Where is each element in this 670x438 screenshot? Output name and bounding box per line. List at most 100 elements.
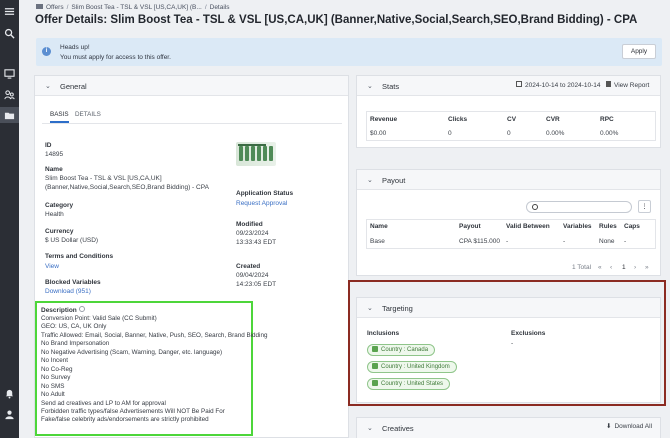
stats-col-clicks: Clicks (448, 116, 468, 123)
description-line: Send ad creatives and LP to AM for appro… (41, 399, 166, 407)
pager-last[interactable]: » (645, 264, 649, 271)
offers-icon[interactable] (0, 107, 19, 123)
blocked-variables-download-link[interactable]: Download (951) (45, 288, 91, 296)
category-value: Health (45, 211, 64, 218)
description-line: No SMS (41, 382, 65, 390)
payout-col-caps: Caps (624, 223, 640, 230)
general-tabs: BASIS DETAILS (42, 110, 342, 124)
calendar-icon (516, 81, 522, 87)
name-label: Name (45, 166, 63, 173)
pager-next[interactable]: › (634, 264, 636, 271)
stats-date-range[interactable]: 2024-10-14 to 2024-10-14 (516, 81, 601, 90)
payout-rules-value: None (599, 238, 615, 245)
chevron-down-icon: ⌄ (45, 83, 51, 90)
breadcrumb: Offers / Slim Boost Tea - TSL & VSL [US,CA… (36, 4, 230, 11)
application-status-label: Application Status (236, 190, 294, 197)
left-nav-rail (0, 0, 19, 438)
description-line: Forbidden traffic types/false Advertisem… (41, 407, 225, 415)
download-all-link[interactable]: ⬇ Download All (606, 423, 652, 431)
description-line: Traffic Allowed: Email, Social, Banner, … (41, 331, 268, 339)
created-label: Created (236, 263, 261, 270)
check-icon (372, 380, 378, 386)
stats-col-cvr: CVR (546, 116, 560, 123)
alert-heading: Heads up! (60, 44, 90, 51)
stats-col-revenue: Revenue (370, 116, 398, 123)
dashboard-icon[interactable] (3, 67, 16, 80)
terms-view-link[interactable]: View (45, 263, 59, 271)
modified-label: Modified (236, 221, 263, 228)
inclusions-label: Inclusions (367, 330, 400, 337)
help-icon (78, 306, 85, 312)
description-box: Description Conversion Point: Valid Sale… (35, 301, 267, 436)
view-report-link[interactable]: View Report (606, 81, 649, 90)
targeting-title: Targeting (382, 304, 413, 313)
breadcrumb-offers[interactable]: Offers (46, 4, 64, 11)
payout-caps-value: - (624, 238, 627, 245)
request-approval-link[interactable]: Request Approval (236, 200, 287, 208)
chevron-down-icon: ⌄ (367, 305, 373, 312)
description-line: Fake/false celebrity ads/endorsements ar… (41, 416, 209, 424)
tab-basis[interactable]: BASIS (50, 111, 69, 123)
pager-current[interactable]: 1 (622, 264, 626, 271)
payout-col-valid: Valid Between (506, 223, 550, 230)
apply-button[interactable]: Apply (622, 44, 656, 59)
pager-first[interactable]: « (598, 264, 602, 271)
description-line: No Adult (41, 391, 65, 399)
payout-search-input[interactable] (526, 201, 632, 213)
payout-amount-value: CPA $115.000 (459, 238, 500, 245)
stats-rpc-value: 0.00% (600, 130, 619, 137)
description-line: No Incent (41, 357, 68, 365)
payout-header[interactable]: ⌄ Payout (357, 170, 660, 190)
stats-cvr-value: 0.00% (546, 130, 565, 137)
chevron-down-icon: ⌄ (367, 177, 373, 184)
pager-prev[interactable]: ‹ (610, 264, 612, 271)
inclusion-tag-uk[interactable]: Country : United Kingdom (367, 361, 457, 373)
more-options-button[interactable]: ⋮ (638, 200, 651, 213)
payout-col-variables: Variables (563, 223, 592, 230)
payout-col-name: Name (370, 223, 388, 230)
folder-icon (36, 4, 43, 9)
access-alert: i Heads up! You must apply for access to… (36, 38, 662, 66)
description-label: Description (41, 306, 85, 314)
chevron-down-icon: ⌄ (367, 425, 373, 432)
payout-title: Payout (382, 176, 406, 185)
id-label: ID (45, 142, 52, 149)
name-line-1: Slim Boost Tea - TSL & VSL [US,CA,UK] (45, 175, 162, 182)
exclusions-label: Exclusions (511, 330, 546, 337)
stats-clicks-value: 0 (448, 130, 452, 137)
chevron-down-icon: ⌄ (367, 83, 373, 90)
search-icon[interactable] (3, 27, 16, 40)
category-label: Category (45, 202, 74, 209)
report-icon (606, 81, 611, 87)
payout-col-rules: Rules (599, 223, 617, 230)
description-lines: Conversion Point: Valid Sale (CC Submit)… (41, 315, 267, 425)
created-date: 09/04/2024 (236, 272, 269, 279)
check-icon (372, 363, 378, 369)
download-icon: ⬇ (606, 423, 612, 430)
id-value: 14895 (45, 151, 64, 158)
inclusion-tag-us[interactable]: Country : United States (367, 378, 451, 390)
description-line: No Survey (41, 374, 71, 382)
page-title: Offer Details: Slim Boost Tea - TSL & VS… (35, 14, 638, 26)
modified-date: 09/23/2024 (236, 230, 269, 237)
exclusions-value: - (511, 340, 514, 347)
stats-revenue-value: $0.00 (370, 130, 387, 137)
breadcrumb-offer[interactable]: Slim Boost Tea - TSL & VSL [US,CA,UK] (B… (71, 4, 201, 11)
description-line: Conversion Point: Valid Sale (CC Submit) (41, 315, 157, 322)
alert-body: You must apply for access to this offer. (60, 54, 171, 61)
info-icon: i (42, 47, 51, 56)
targeting-header[interactable]: ⌄ Targeting (357, 298, 660, 318)
terms-label: Terms and Conditions (45, 253, 114, 260)
search-icon (532, 204, 538, 210)
stats-title: Stats (382, 82, 400, 91)
general-header[interactable]: ⌄ General (35, 76, 348, 96)
inclusion-tag-canada[interactable]: Country : Canada (367, 344, 436, 356)
payout-total: 1 Total (572, 264, 592, 271)
affiliates-icon[interactable] (3, 88, 16, 101)
description-line: GEO: US, CA, UK Only (41, 323, 107, 331)
description-line: No Brand Impersonation (41, 340, 110, 348)
tab-details[interactable]: DETAILS (75, 111, 101, 118)
user-icon[interactable] (3, 408, 16, 421)
menu-icon[interactable] (3, 5, 16, 18)
notifications-icon[interactable] (3, 387, 16, 400)
